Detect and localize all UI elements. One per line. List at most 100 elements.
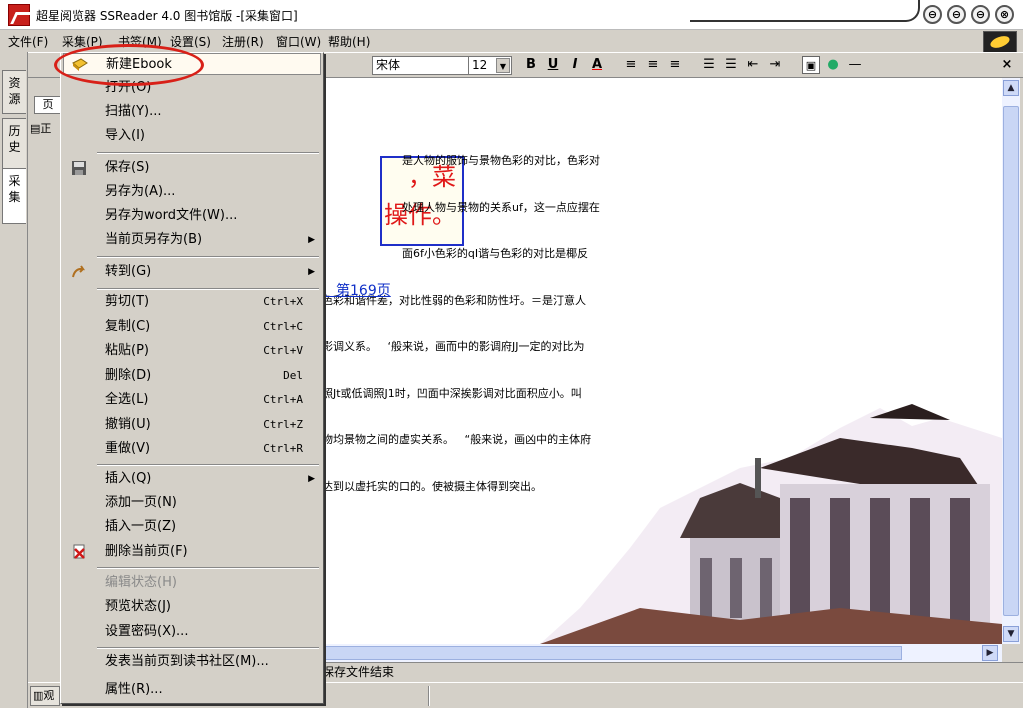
tab-pages[interactable]: 页 — [34, 96, 62, 114]
menu-separator — [97, 464, 319, 466]
page-doc-icon: ▤ — [30, 122, 41, 135]
menu-preview-mode[interactable]: 预览状态(J) — [63, 596, 321, 618]
side-tabs: 资源 历史 采集 — [0, 52, 28, 708]
menu-edit-mode: 编辑状态(H) — [105, 575, 177, 590]
text-line: 物均景物之间的虚实关系。 “般来说，画凶中的主体府 — [322, 433, 592, 446]
menu-file[interactable]: 文件(F) — [8, 33, 48, 50]
text-line: 照Jt或低调照J1时，凹面中深挨影调对比面积应小。叫 — [322, 386, 582, 400]
delete-page-icon — [73, 544, 85, 559]
page-list-label: 正 — [40, 122, 52, 135]
tab-capture[interactable]: 采集 — [2, 168, 26, 224]
close-pane-button[interactable]: × — [998, 56, 1016, 74]
page-reference-link[interactable]: 、第169页 — [322, 280, 391, 300]
underline-button[interactable]: U — [544, 56, 562, 74]
menu-goto[interactable]: 转到(G) ▶ — [63, 261, 321, 283]
shortcut-label: Ctrl+C — [263, 320, 303, 333]
title-bar: 超星阅览器 SSReader 4.0 图书馆版 -[采集窗口] ⊖ ⊖ ⊖ ⊗ — [0, 0, 1023, 30]
submenu-arrow-icon: ▶ — [308, 474, 315, 484]
menu-separator — [97, 152, 319, 154]
page-list-item[interactable]: ▤正 — [30, 120, 62, 135]
text-line: 达到以虚托实的口的。使被摄主体得到突出。 — [322, 479, 542, 493]
text-line: 处理人物与景物的关系uf，这一点应摆在 — [402, 200, 600, 214]
link-icon[interactable]: ● — [824, 56, 842, 74]
menu-help[interactable]: 帮助(H) — [328, 33, 370, 50]
menu-separator — [97, 647, 319, 649]
menu-paste[interactable]: 粘贴(P) Ctrl+V — [63, 340, 321, 362]
window-title: 超星阅览器 SSReader 4.0 图书馆版 -[采集窗口] — [36, 9, 298, 23]
menu-publish-page[interactable]: 发表当前页到读书社区(M)... — [63, 651, 321, 673]
text-line: 影调义系。 ‘般来说，画而中的影调府JJ一定的对比为 — [322, 340, 585, 353]
menu-insert[interactable]: 插入(Q) ▶ — [63, 468, 321, 490]
text-line: 是人物的服饰与景物色彩的对比，色彩对 — [402, 154, 600, 167]
submenu-arrow-icon: ▶ — [308, 235, 315, 245]
bottom-tab-label: 观 — [43, 689, 55, 702]
bullet-list-icon[interactable]: ☰ — [722, 56, 740, 74]
restore-button[interactable]: ⊖ — [947, 5, 966, 24]
menu-delete[interactable]: 删除(D) Del — [63, 365, 321, 387]
font-size-select[interactable]: 12 ▼ — [468, 56, 512, 75]
shortcut-label: Ctrl+R — [263, 442, 303, 455]
menu-register[interactable]: 注册(R) — [222, 33, 264, 50]
menu-settings[interactable]: 设置(S) — [170, 33, 211, 50]
maximize-button[interactable]: ⊖ — [971, 5, 990, 24]
chevron-down-icon[interactable]: ▼ — [496, 58, 510, 73]
minimize-button[interactable]: ⊖ — [923, 5, 942, 24]
menu-window[interactable]: 窗口(W) — [276, 33, 321, 50]
submenu-arrow-icon: ▶ — [308, 267, 315, 277]
menu-save-page-as[interactable]: 当前页另存为(B) ▶ — [63, 229, 321, 251]
bottom-tab[interactable]: ▥观 — [30, 686, 60, 706]
font-name-value: 宋体 — [376, 58, 401, 72]
menu-select-all[interactable]: 全选(L) Ctrl+A — [63, 389, 321, 411]
numbered-list-icon[interactable]: ☰ — [700, 56, 718, 74]
indent-increase-icon[interactable]: ⇥ — [766, 56, 784, 74]
close-button[interactable]: ⊗ — [995, 5, 1014, 24]
menu-undo[interactable]: 撤销(U) Ctrl+Z — [63, 414, 321, 436]
font-color-button[interactable]: A — [588, 56, 606, 74]
app-logo-icon — [8, 4, 30, 26]
menu-properties[interactable]: 属性(R)... — [63, 679, 321, 701]
book-icon: ▥ — [33, 689, 44, 702]
vertical-scroll-thumb[interactable] — [1003, 106, 1019, 616]
menu-insert-page[interactable]: 插入一页(Z) — [63, 516, 321, 538]
shortcut-label: Ctrl+Z — [263, 418, 303, 431]
menu-save-as-word[interactable]: 另存为word文件(W)... — [63, 205, 321, 227]
page-text: 是人物的服饰与景物色彩的对比，色彩对 处理人物与景物的关系uf，这一点应摆在 面… — [322, 122, 742, 525]
menu-import[interactable]: 导入(I) — [63, 125, 321, 147]
menu-cut[interactable]: 剪切(T) Ctrl+X — [63, 291, 321, 313]
text-line: 面6f小色彩的qI谐与色彩的对比是椰反 — [402, 247, 589, 260]
align-center-icon[interactable]: ≡ — [644, 56, 662, 74]
status-bar: 保存文件结束 — [318, 662, 1023, 682]
align-left-icon[interactable]: ≡ — [622, 56, 640, 74]
indent-decrease-icon[interactable]: ⇤ — [744, 56, 762, 74]
menu-separator — [97, 288, 319, 290]
insert-image-icon[interactable]: ▣ — [802, 56, 820, 74]
tab-resources[interactable]: 资源 — [2, 70, 26, 114]
shortcut-label: Ctrl+A — [263, 393, 303, 406]
horizontal-scrollbar[interactable]: ▶ — [320, 644, 1002, 662]
shortcut-label: Ctrl+X — [263, 295, 303, 308]
align-right-icon[interactable]: ≡ — [666, 56, 684, 74]
shortcut-label: Del — [283, 369, 303, 382]
scroll-down-icon[interactable]: ▼ — [1003, 626, 1019, 642]
menu-set-password[interactable]: 设置密码(X)... — [63, 621, 321, 643]
menu-delete-page[interactable]: 删除当前页(F) — [63, 541, 321, 563]
save-icon — [72, 161, 86, 175]
scroll-up-icon[interactable]: ▲ — [1003, 80, 1019, 96]
menu-copy[interactable]: 复制(C) Ctrl+C — [63, 316, 321, 338]
menu-scan[interactable]: 扫描(Y)... — [63, 101, 321, 123]
menu-add-page[interactable]: 添加一页(N) — [63, 492, 321, 514]
menu-save-as[interactable]: 另存为(A)... — [63, 181, 321, 203]
tab-history[interactable]: 历史 — [2, 118, 26, 170]
scroll-right-icon[interactable]: ▶ — [982, 645, 998, 661]
horizontal-rule-icon[interactable]: — — [846, 56, 864, 74]
menu-redo[interactable]: 重做(V) Ctrl+R — [63, 438, 321, 460]
horizontal-scroll-thumb[interactable] — [322, 646, 902, 660]
bold-button[interactable]: B — [522, 56, 540, 74]
menu-save[interactable]: 保存(S) — [63, 157, 321, 179]
shortcut-label: Ctrl+V — [263, 344, 303, 357]
italic-button[interactable]: I — [566, 56, 584, 74]
highlight-ellipse — [54, 44, 204, 86]
divider — [428, 686, 430, 706]
page-panel: 页 ▤正 — [28, 78, 62, 708]
vertical-scrollbar[interactable]: ▲ ▼ — [1002, 78, 1020, 644]
